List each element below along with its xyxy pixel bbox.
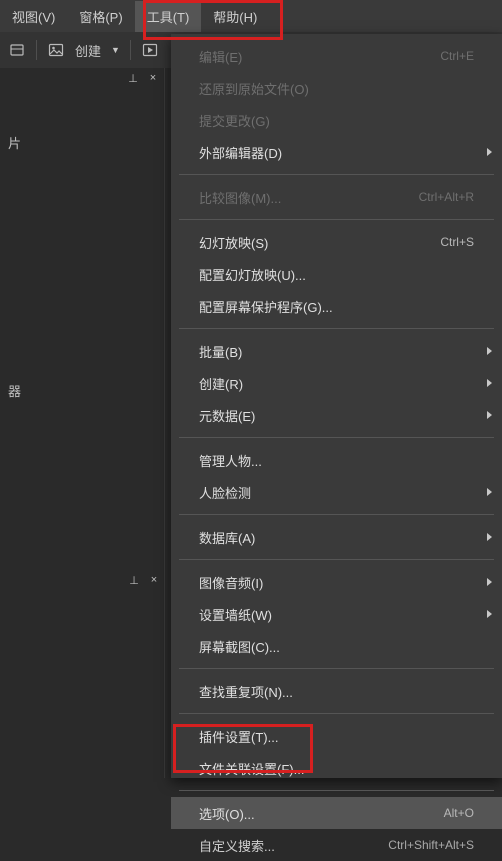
chevron-right-icon [487,411,492,419]
left-tab-2[interactable]: 器 [8,381,156,400]
menu-external-editor[interactable]: 外部编辑器(D) [171,136,502,168]
menubar-pane[interactable]: 窗格(P) [67,1,134,32]
chevron-right-icon [487,610,492,618]
toolbar-create-label[interactable]: 创建 [75,41,101,60]
menu-audio[interactable]: 图像音频(I) [171,566,502,598]
pin-icon[interactable]: ⊥ [126,72,140,85]
menu-wallpaper[interactable]: 设置墙纸(W) [171,598,502,630]
toolbar-sep-2 [130,40,131,60]
menubar-tools[interactable]: 工具(T) [135,1,202,32]
pin-icon-2[interactable]: ⊥ [127,574,141,587]
menu-edit: 编辑(E) Ctrl+E [171,40,502,72]
menu-separator [179,668,494,669]
close-icon[interactable]: × [146,72,160,84]
menu-separator [179,328,494,329]
close-icon-2[interactable]: × [147,574,161,586]
left-panel: ⊥ × 片 器 [0,68,165,778]
menu-file-assoc[interactable]: 文件关联设置(F)... [171,752,502,784]
image-icon[interactable] [47,41,65,59]
menu-restore: 还原到原始文件(O) [171,72,502,104]
menu-separator [179,713,494,714]
menu-slideshow[interactable]: 幻灯放映(S) Ctrl+S [171,226,502,258]
chevron-right-icon [487,578,492,586]
left-tab-1[interactable]: 片 [0,118,164,152]
menu-people[interactable]: 管理人物... [171,444,502,476]
menubar-view[interactable]: 视图(V) [0,1,67,32]
toolbar-icon-1[interactable] [8,41,26,59]
play-icon[interactable] [141,41,159,59]
chevron-right-icon [487,533,492,541]
menu-custom[interactable]: 自定义搜索... Ctrl+Shift+Alt+S [171,829,502,861]
dropdown-arrow-icon[interactable]: ▼ [111,45,120,55]
menu-create[interactable]: 创建(R) [171,367,502,399]
menubar: 视图(V) 窗格(P) 工具(T) 帮助(H) [0,0,502,32]
menu-screensaver[interactable]: 配置屏幕保护程序(G)... [171,290,502,322]
tools-dropdown: 编辑(E) Ctrl+E 还原到原始文件(O) 提交更改(G) 外部编辑器(D)… [171,34,502,778]
chevron-right-icon [487,347,492,355]
menu-commit: 提交更改(G) [171,104,502,136]
menu-compare: 比较图像(M)... Ctrl+Alt+R [171,181,502,213]
menu-separator [179,437,494,438]
menu-separator [179,514,494,515]
menu-config-slideshow[interactable]: 配置幻灯放映(U)... [171,258,502,290]
chevron-right-icon [487,148,492,156]
menu-separator [179,174,494,175]
menu-batch[interactable]: 批量(B) [171,335,502,367]
menu-separator [179,559,494,560]
menu-separator [179,790,494,791]
menu-plugin[interactable]: 插件设置(T)... [171,720,502,752]
panel-header-1: ⊥ × [0,68,164,88]
menu-screenshot[interactable]: 屏幕截图(C)... [171,630,502,662]
menu-face-detect[interactable]: 人脸检测 [171,476,502,508]
menu-options[interactable]: 选项(O)... Alt+O [171,797,502,829]
menu-database[interactable]: 数据库(A) [171,521,502,553]
menu-separator [179,219,494,220]
toolbar-sep-1 [36,40,37,60]
menu-metadata[interactable]: 元数据(E) [171,399,502,431]
menubar-help[interactable]: 帮助(H) [201,1,269,32]
chevron-right-icon [487,488,492,496]
chevron-right-icon [487,379,492,387]
panel-header-2: ⊥ × [0,570,165,590]
menu-duplicate[interactable]: 查找重复项(N)... [171,675,502,707]
